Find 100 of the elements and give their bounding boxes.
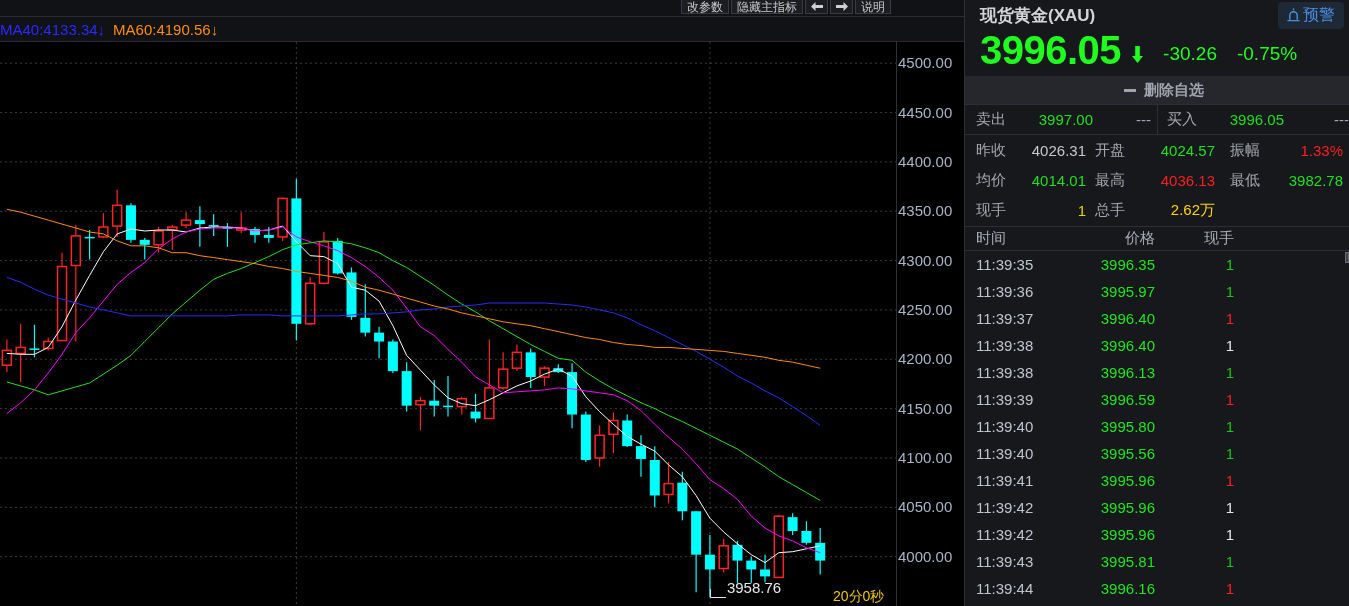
candlestick: [98, 212, 109, 239]
candlestick: [511, 343, 523, 372]
candlestick: [208, 213, 219, 237]
toolbar-button[interactable]: 改参数: [681, 0, 729, 14]
toolbar-button[interactable]: 隐藏主指标: [731, 0, 803, 14]
trade-volume: 1: [1224, 364, 1234, 381]
low-price-label: 3958.76: [726, 579, 782, 596]
candlestick: [663, 461, 674, 504]
candlestick: [180, 211, 192, 229]
trade-volume: 1: [1224, 310, 1234, 327]
trade-price: 3995.96: [1099, 526, 1155, 543]
quote-price: 3996.05: [1228, 111, 1284, 128]
candlestick: [332, 237, 343, 275]
candlestick: [236, 211, 247, 234]
candlestick: [415, 396, 426, 431]
quote-price: 3997.00: [1037, 111, 1093, 128]
trade-time: 11:39:39: [976, 391, 1035, 408]
trade-volume: 1: [1224, 526, 1234, 543]
candlestick: [374, 326, 385, 359]
axis-label: 4200.00: [898, 350, 953, 368]
axis-label: 4000.00: [898, 547, 953, 565]
candlestick: [277, 196, 288, 242]
minus-icon: [1124, 88, 1136, 92]
trade-price: 3995.80: [1099, 418, 1155, 435]
candlestick: [318, 231, 330, 285]
trade-volume: 1: [1224, 553, 1234, 570]
trade-volume: 1: [1224, 499, 1234, 516]
instrument-name: 现货黄金(XAU): [980, 4, 1096, 27]
trade-time: 11:39:37: [976, 310, 1035, 327]
candlestick: [470, 393, 481, 424]
candlestick: [732, 540, 743, 584]
right-arrow-icon: [835, 2, 848, 11]
axis-label: 4300.00: [898, 251, 953, 269]
candlestick: [746, 556, 757, 584]
trade-price: 3996.59: [1099, 391, 1155, 408]
trade-volume: 1: [1224, 472, 1234, 489]
trade-price: 3995.97: [1099, 283, 1155, 300]
trade-time: 11:39:41: [976, 472, 1035, 489]
quote-volume: ---: [1135, 111, 1151, 128]
axis-label: 4250.00: [898, 300, 953, 318]
trade-time: 11:39:36: [976, 283, 1035, 300]
trade-price: 3996.40: [1099, 337, 1155, 354]
candlestick: [760, 554, 771, 583]
candlestick: [636, 434, 646, 478]
candlestick: [1, 338, 13, 373]
candlestick: [677, 471, 688, 521]
alarm-icon: [1287, 8, 1300, 22]
stat-label: 振幅: [1229, 140, 1261, 160]
candlestick: [125, 202, 136, 244]
candlestick: [704, 534, 715, 598]
trade-time: 11:39:42: [976, 526, 1035, 543]
axis-label: 4400.00: [898, 152, 953, 170]
trade-volume: 1: [1224, 418, 1234, 435]
next-button[interactable]: [830, 0, 853, 14]
indicator-legend: MA40:4133.34↓: [0, 20, 106, 38]
stat-value: 1.33%: [1299, 141, 1343, 159]
candlestick: [801, 520, 812, 546]
trade-price: 3995.56: [1099, 445, 1155, 462]
candlestick: [580, 411, 591, 463]
axis-label: 4350.00: [898, 202, 953, 220]
candlestick: [553, 363, 564, 374]
candlestick: [84, 229, 95, 261]
candlestick: [401, 361, 412, 413]
trade-price: 3995.96: [1099, 472, 1155, 489]
trade-volume: 1: [1224, 445, 1234, 462]
trade-volume: 1: [1224, 283, 1234, 300]
trade-price: 3995.96: [1099, 499, 1155, 516]
toolbar-button[interactable]: 说明: [855, 0, 891, 14]
candlestick: [360, 283, 371, 338]
alert-button[interactable]: 预警: [1278, 1, 1344, 29]
axis-label: 4050.00: [898, 498, 953, 516]
candlestick: [304, 276, 316, 326]
remove-watchlist-button[interactable]: 删除自选: [965, 76, 1349, 104]
countdown-label: 20分0秒: [833, 588, 885, 604]
candlestick: [567, 362, 578, 429]
trade-time: 11:39:42: [976, 499, 1035, 516]
left-arrow-icon: [810, 2, 823, 11]
trade-time: 11:39:43: [976, 553, 1035, 570]
previous-button[interactable]: [805, 0, 828, 14]
low-marker-line: [709, 588, 727, 598]
stat-value: 2.62万: [1169, 200, 1215, 220]
trade-time: 11:39:38: [976, 364, 1035, 381]
price-change: -30.26: [1163, 43, 1217, 65]
candlestick: [649, 445, 660, 508]
axis-label: 4100.00: [898, 448, 953, 466]
trade-volume: 1: [1224, 337, 1234, 354]
candlestick: [167, 224, 178, 251]
scrollbar-thumb[interactable]: [1345, 252, 1349, 263]
trade-price: 3995.81: [1099, 553, 1155, 570]
trade-volume: 1: [1224, 580, 1234, 597]
trade-price: 3996.35: [1099, 256, 1155, 273]
trade-time: 11:39:40: [976, 445, 1035, 462]
candlestick: [787, 512, 798, 536]
candlestick: [346, 266, 357, 321]
candlestick: [43, 336, 54, 351]
candlestick: [718, 538, 729, 574]
stat-label: 最低: [1229, 170, 1261, 190]
candlestick: [250, 226, 260, 244]
candlestick: [15, 323, 26, 383]
trade-volume: 1: [1224, 391, 1234, 408]
